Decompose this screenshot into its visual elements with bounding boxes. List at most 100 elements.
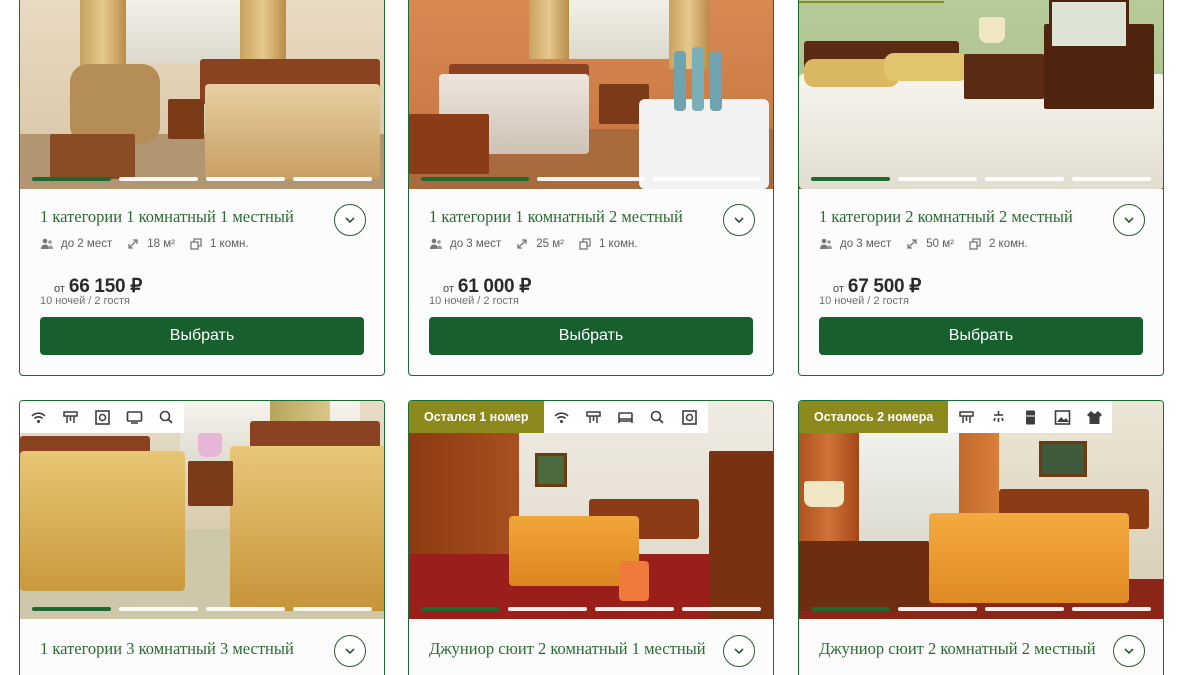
pagination-dot[interactable] xyxy=(293,607,372,611)
pagination-dot[interactable] xyxy=(32,177,111,181)
room-card[interactable]: Осталось 2 номера Джуниор сюит 2 комнатн… xyxy=(798,400,1164,675)
safe-icon[interactable] xyxy=(678,405,702,429)
pagination-dot[interactable] xyxy=(1072,607,1151,611)
amenities-bar xyxy=(20,401,184,433)
select-button[interactable]: Выбрать xyxy=(819,317,1143,355)
wifi-icon[interactable] xyxy=(26,405,50,429)
shower-icon[interactable] xyxy=(986,405,1010,429)
pagination-dot[interactable] xyxy=(898,607,977,611)
amenities-bar xyxy=(948,401,1113,433)
stay-details: 10 ночей / 2 гостя xyxy=(429,295,519,307)
expand-button[interactable] xyxy=(723,635,755,667)
expand-button[interactable] xyxy=(1113,635,1145,667)
photo-pagination[interactable] xyxy=(811,177,1151,181)
pagination-dot[interactable] xyxy=(421,607,500,611)
rooms-count: 2 комн. xyxy=(988,238,1028,250)
pagination-dot[interactable] xyxy=(32,607,111,611)
rooms-count: 1 комн. xyxy=(209,238,249,250)
rooms-icon xyxy=(190,238,202,250)
price-prefix: от xyxy=(54,283,65,295)
pagination-dot[interactable] xyxy=(537,177,645,181)
guests-count: до 3 мест xyxy=(840,238,892,250)
room-photo[interactable] xyxy=(409,0,773,189)
pagination-dot[interactable] xyxy=(811,177,890,181)
kettle-icon[interactable] xyxy=(646,405,670,429)
fridge-icon[interactable] xyxy=(1018,405,1042,429)
room-title[interactable]: Джуниор сюит 2 комнатный 2 местный xyxy=(819,639,1109,659)
pagination-dot[interactable] xyxy=(421,177,529,181)
pagination-dot[interactable] xyxy=(293,177,372,181)
guests-icon xyxy=(41,238,53,249)
chevron-down-icon xyxy=(1124,648,1134,655)
availability-badge: Остался 1 номер xyxy=(409,401,544,433)
picture-icon[interactable] xyxy=(1050,405,1074,429)
room-photo[interactable] xyxy=(409,401,773,619)
room-title[interactable]: 1 категории 2 комнатный 2 местный xyxy=(819,207,1109,227)
expand-button[interactable] xyxy=(334,635,366,667)
rooms-icon xyxy=(969,238,981,250)
pagination-dot[interactable] xyxy=(119,607,198,611)
pagination-dot[interactable] xyxy=(508,607,587,611)
pagination-dot[interactable] xyxy=(985,607,1064,611)
room-card[interactable]: 1 категории 2 комнатный 2 местный до 3 м… xyxy=(798,0,1164,376)
wifi-icon[interactable] xyxy=(550,405,574,429)
room-title[interactable]: 1 категории 1 комнатный 1 местный xyxy=(40,207,330,227)
area-value: 25 м² xyxy=(536,238,564,250)
pagination-dot[interactable] xyxy=(119,177,198,181)
bed-icon[interactable] xyxy=(614,405,638,429)
room-card[interactable]: Остался 1 номер Джуниор сюит 2 комнатный… xyxy=(408,400,774,675)
chevron-down-icon xyxy=(734,217,744,224)
room-title[interactable]: Джуниор сюит 2 комнатный 1 местный xyxy=(429,639,719,659)
tv-icon[interactable] xyxy=(122,405,146,429)
room-photo[interactable] xyxy=(20,401,384,619)
pagination-dot[interactable] xyxy=(206,177,285,181)
expand-button[interactable] xyxy=(723,204,755,236)
pagination-dot[interactable] xyxy=(811,607,890,611)
expand-button[interactable] xyxy=(334,204,366,236)
room-title[interactable]: 1 категории 3 комнатный 3 местный xyxy=(40,639,330,659)
pagination-dot[interactable] xyxy=(985,177,1064,181)
expand-button[interactable] xyxy=(1113,204,1145,236)
room-photo[interactable] xyxy=(799,401,1163,619)
pagination-dot[interactable] xyxy=(898,177,977,181)
select-button[interactable]: Выбрать xyxy=(40,317,364,355)
hairdryer-icon[interactable] xyxy=(58,405,82,429)
price-prefix: от xyxy=(833,283,844,295)
chevron-down-icon xyxy=(1124,217,1134,224)
safe-icon[interactable] xyxy=(90,405,114,429)
room-card[interactable]: 1 категории 1 комнатный 1 местный до 2 м… xyxy=(19,0,385,376)
hairdryer-icon[interactable] xyxy=(954,405,978,429)
room-card[interactable]: 1 категории 3 комнатный 3 местный xyxy=(19,400,385,675)
chevron-down-icon xyxy=(345,648,355,655)
pagination-dot[interactable] xyxy=(1072,177,1151,181)
rooms-icon xyxy=(579,238,591,250)
photo-pagination[interactable] xyxy=(32,177,372,181)
pagination-dot[interactable] xyxy=(206,607,285,611)
pagination-dot[interactable] xyxy=(653,177,761,181)
stay-details: 10 ночей / 2 гостя xyxy=(40,295,130,307)
photo-pagination[interactable] xyxy=(32,607,372,611)
guests-icon xyxy=(430,238,442,249)
select-button[interactable]: Выбрать xyxy=(429,317,753,355)
pagination-dot[interactable] xyxy=(682,607,761,611)
area-value: 50 м² xyxy=(926,238,954,250)
room-photo[interactable] xyxy=(799,0,1163,189)
room-title[interactable]: 1 категории 1 комнатный 2 местный xyxy=(429,207,719,227)
photo-pagination[interactable] xyxy=(811,607,1151,611)
kettle-icon[interactable] xyxy=(154,405,178,429)
stay-details: 10 ночей / 2 гостя xyxy=(819,295,909,307)
pagination-dot[interactable] xyxy=(595,607,674,611)
photo-pagination[interactable] xyxy=(421,607,761,611)
guests-icon xyxy=(820,238,832,249)
photo-pagination[interactable] xyxy=(421,177,761,181)
area-icon xyxy=(128,239,138,249)
area-value: 18 м² xyxy=(147,238,175,250)
room-photo[interactable] xyxy=(20,0,384,189)
room-card[interactable]: 1 категории 1 комнатный 2 местный до 3 м… xyxy=(408,0,774,376)
bathrobe-icon[interactable] xyxy=(1082,405,1106,429)
guests-count: до 3 мест xyxy=(450,238,502,250)
hairdryer-icon[interactable] xyxy=(582,405,606,429)
area-icon xyxy=(517,239,527,249)
rooms-count: 1 комн. xyxy=(598,238,638,250)
area-icon xyxy=(907,239,917,249)
